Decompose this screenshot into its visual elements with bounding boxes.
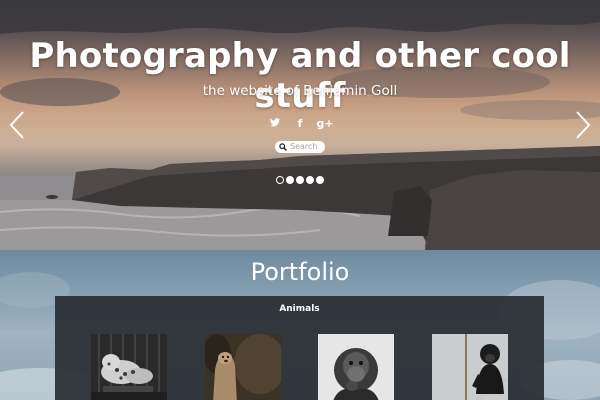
previous-slide-button[interactable] (8, 110, 26, 140)
site-title: Photography and other cool stuff (29, 36, 571, 116)
next-slide-button[interactable] (574, 110, 592, 140)
slide-dot-4[interactable] (306, 176, 314, 184)
facebook-icon[interactable]: f (290, 117, 310, 130)
portfolio-section: Portfolio Animals (0, 250, 600, 400)
hero-carousel: Photography and other cool stuff the web… (0, 0, 600, 250)
slide-dot-5[interactable] (316, 176, 324, 184)
slide-dot-3[interactable] (296, 176, 304, 184)
gallery-category: Animals (279, 304, 320, 314)
chevron-left-icon (9, 111, 24, 139)
slide-dot-1[interactable] (276, 176, 284, 184)
google-plus-icon[interactable]: g+ (315, 117, 335, 130)
search-icon (279, 143, 287, 151)
photo-thumbnail[interactable] (91, 334, 167, 400)
chevron-right-icon (576, 111, 591, 139)
twitter-icon[interactable] (265, 117, 285, 130)
portfolio-heading: Portfolio (250, 258, 350, 286)
photo-thumbnail[interactable] (432, 334, 508, 400)
photo-thumbnail[interactable] (318, 334, 394, 400)
gallery-panel: Animals (55, 296, 544, 400)
slide-indicators (276, 176, 324, 186)
social-links: f g+ (0, 112, 600, 131)
search-placeholder: Search (290, 142, 318, 151)
search-input[interactable]: Search (275, 141, 325, 153)
site-subtitle: the website of Benjamin Goll (202, 83, 398, 99)
photo-thumbnail[interactable] (205, 334, 281, 400)
slide-dot-2[interactable] (286, 176, 294, 184)
